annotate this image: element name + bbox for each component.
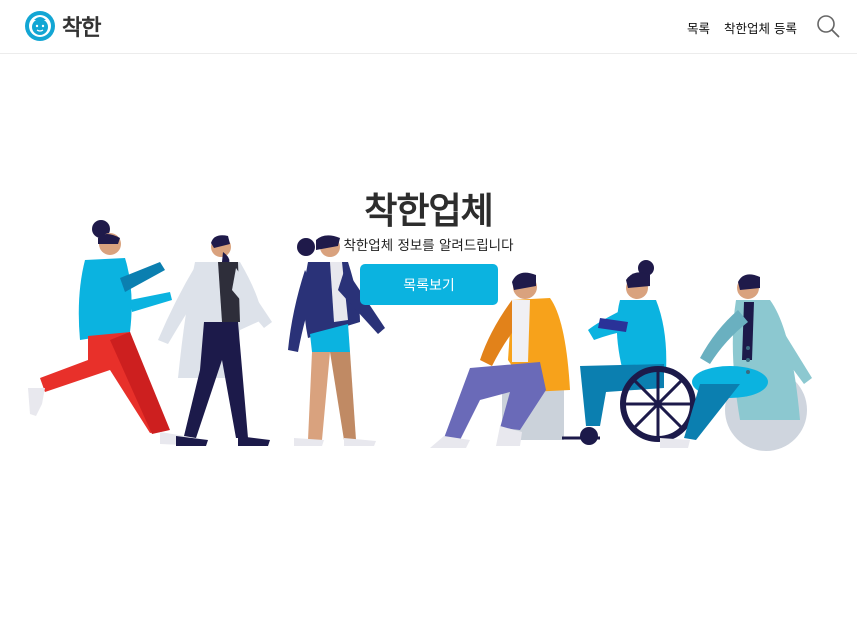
logo[interactable]: 착한 (24, 10, 101, 42)
nav-item-list[interactable]: 목록 (687, 18, 710, 37)
logo-face-icon (25, 11, 55, 41)
logo-text: 착한 (62, 16, 101, 41)
search-icon[interactable] (816, 14, 840, 38)
header: 착한 목록 착한업체 등록 (0, 0, 857, 54)
person-wheelchair (562, 260, 696, 445)
hero-title: 착한업체 (364, 191, 493, 232)
main-nav: 목록 착한업체 등록 (687, 18, 797, 37)
person-doctor (158, 235, 272, 446)
nav-item-register[interactable]: 착한업체 등록 (724, 18, 797, 37)
hero-subtitle: 착한업체 정보를 알려드립니다 (343, 238, 514, 254)
view-list-button[interactable]: 목록보기 (360, 264, 498, 305)
